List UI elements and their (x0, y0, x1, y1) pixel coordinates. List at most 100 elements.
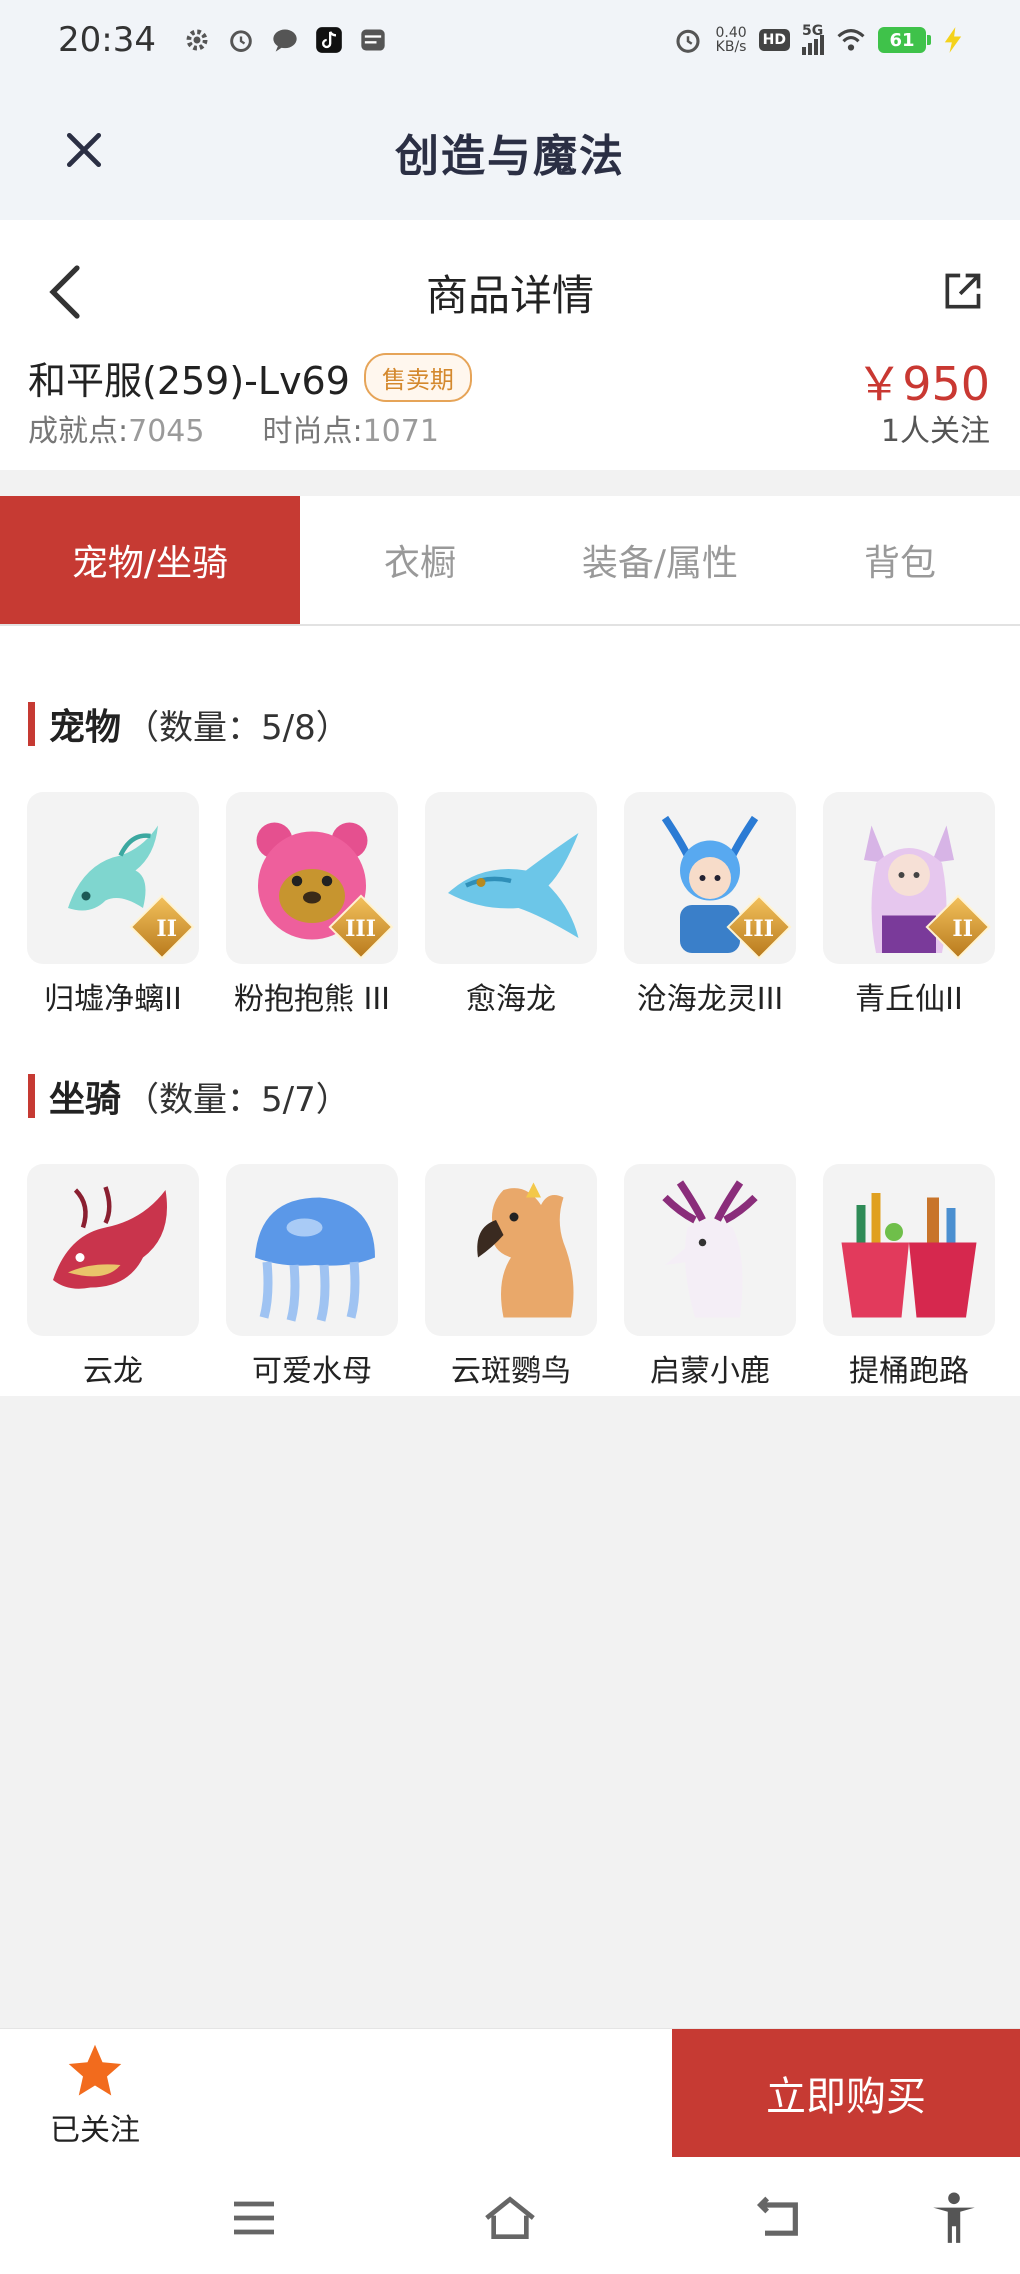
pet-name: 沧海龙灵III (636, 982, 784, 1017)
mount-thumbnail (823, 1164, 995, 1336)
pet-thumbnail: III (226, 792, 398, 964)
deer-icon (662, 1180, 758, 1318)
pet-item[interactable]: II 归墟净螭II (27, 792, 199, 1018)
section-marker (28, 702, 35, 746)
alarm-icon (226, 25, 256, 55)
accessibility-button[interactable] (924, 2188, 984, 2248)
pet-thumbnail (425, 792, 597, 964)
sale-badge: 售卖期 (363, 353, 472, 402)
parrot-icon (477, 1182, 574, 1318)
charging-icon (938, 25, 968, 55)
tab-pets-mounts[interactable]: 宠物/坐骑 (0, 496, 300, 624)
back-nav-button[interactable] (748, 2188, 808, 2248)
status-bar: 20:34 0.40 KB/s HD 5G 61 (0, 0, 1020, 80)
follow-button[interactable]: 已关注 (40, 2041, 150, 2151)
mount-thumbnail (226, 1164, 398, 1336)
bucket-icon (841, 1193, 977, 1318)
alarm-icon (673, 25, 703, 55)
signal-icon: 5G (802, 23, 824, 55)
mount-item[interactable]: 提桶跑路 (823, 1164, 995, 1390)
share-button[interactable] (934, 264, 990, 320)
tier-label: II (156, 916, 177, 942)
accessibility-icon (933, 2192, 975, 2243)
mount-item[interactable]: 云斑鹦鸟 (425, 1164, 597, 1390)
follow-label: 已关注 (50, 2113, 140, 2148)
sea-dragon-icon (448, 833, 579, 938)
mount-name: 云龙 (83, 1354, 143, 1389)
menu-button[interactable] (224, 2188, 284, 2248)
status-left: 20:34 (58, 20, 388, 60)
price: ￥950 (856, 357, 990, 411)
server-name: 和平服(259)-Lv69 (28, 359, 350, 403)
mount-name: 启蒙小鹿 (650, 1354, 770, 1389)
bottom-action-bar: 已关注 立即购买 (0, 2028, 1020, 2158)
product-summary: 商品详情 和平服(259)-Lv69 售卖期 成就点:7045 时尚点:1071… (0, 220, 1020, 470)
stats-line: 成就点:7045 时尚点:1071 (28, 406, 439, 450)
tiktok-icon (314, 25, 344, 55)
mounts-section-header: 坐骑 （数量：5/7） (28, 1070, 350, 1122)
tab-backpack[interactable]: 背包 (780, 496, 1020, 624)
pet-thumbnail: III (624, 792, 796, 964)
achievement-stat: 成就点:7045 (28, 406, 204, 450)
pet-thumbnail: II (823, 792, 995, 964)
page-title: 商品详情 (425, 271, 594, 320)
status-right: 0.40 KB/s HD 5G 61 (673, 23, 968, 55)
mount-name: 可爱水母 (252, 1354, 372, 1389)
mount-item[interactable]: 启蒙小鹿 (624, 1164, 796, 1390)
net-speed-unit: KB/s (715, 39, 747, 55)
pet-item[interactable]: II 青丘仙II (823, 792, 995, 1018)
section-marker (28, 1074, 35, 1118)
wifi-icon (836, 25, 866, 55)
net-speed: 0.40 KB/s (715, 26, 746, 54)
mounts-count: （数量：5/7） (125, 1079, 350, 1120)
gear-icon (182, 25, 212, 55)
status-time: 20:34 (58, 20, 156, 60)
mount-item[interactable]: 可爱水母 (226, 1164, 398, 1390)
pet-item[interactable]: III 沧海龙灵III (624, 792, 796, 1018)
follower-count: 1人关注 (880, 414, 990, 449)
fashion-label: 时尚点: (262, 414, 363, 449)
pet-name: 青丘仙II (855, 982, 963, 1017)
star-icon (68, 2044, 122, 2096)
pet-thumbnail: II (27, 792, 199, 964)
pets-mounts-panel: 宠物 （数量：5/8） II 归墟净螭II III 粉抱抱熊 III 愈海龙 I… (0, 626, 1020, 1396)
tier-label: III (345, 916, 376, 942)
pet-item[interactable]: III 粉抱抱熊 III (226, 792, 398, 1018)
cloud-dragon-icon (53, 1186, 167, 1289)
chat-icon (270, 25, 300, 55)
mount-thumbnail (27, 1164, 199, 1336)
app-header: 创造与魔法 (0, 80, 1020, 220)
mount-thumbnail (425, 1164, 597, 1336)
mounts-grid: 云龙 可爱水母 云斑鹦鸟 启蒙小鹿 提桶跑路 (27, 1164, 995, 1390)
home-button[interactable] (480, 2188, 540, 2248)
mounts-title: 坐骑 (49, 1079, 122, 1120)
buy-now-button[interactable]: 立即购买 (672, 2029, 1020, 2157)
hd-badge: HD (758, 29, 790, 51)
achievement-label: 成就点: (28, 414, 129, 449)
pet-name: 粉抱抱熊 III (233, 982, 391, 1017)
system-nav-bar (0, 2158, 1020, 2274)
tab-equipment[interactable]: 装备/属性 (540, 496, 780, 624)
fashion-stat: 时尚点:1071 (262, 406, 438, 450)
achievement-value: 7045 (128, 414, 205, 449)
battery-indicator: 61 (878, 27, 931, 53)
menu-icon (234, 2201, 274, 2235)
tier-label: III (743, 916, 774, 942)
back-icon (756, 2196, 798, 2236)
fashion-value: 1071 (362, 414, 439, 449)
mount-item[interactable]: 云龙 (27, 1164, 199, 1390)
server-line: 和平服(259)-Lv69 售卖期 (28, 350, 472, 405)
pets-title: 宠物 (49, 707, 122, 748)
tab-bar: 宠物/坐骑 衣橱 装备/属性 背包 (0, 496, 1020, 626)
card-icon (358, 25, 388, 55)
pet-name: 愈海龙 (466, 982, 556, 1017)
pets-grid: II 归墟净螭II III 粉抱抱熊 III 愈海龙 III 沧海龙灵III I… (27, 792, 995, 1018)
mount-name: 云斑鹦鸟 (451, 1354, 571, 1389)
pet-item[interactable]: 愈海龙 (425, 792, 597, 1018)
signal-label: 5G (802, 23, 824, 39)
pet-name: 归墟净螭II (44, 982, 182, 1017)
tier-label: II (952, 916, 973, 942)
jellyfish-icon (255, 1197, 375, 1322)
share-icon (945, 273, 981, 309)
tab-wardrobe[interactable]: 衣橱 (300, 496, 540, 624)
